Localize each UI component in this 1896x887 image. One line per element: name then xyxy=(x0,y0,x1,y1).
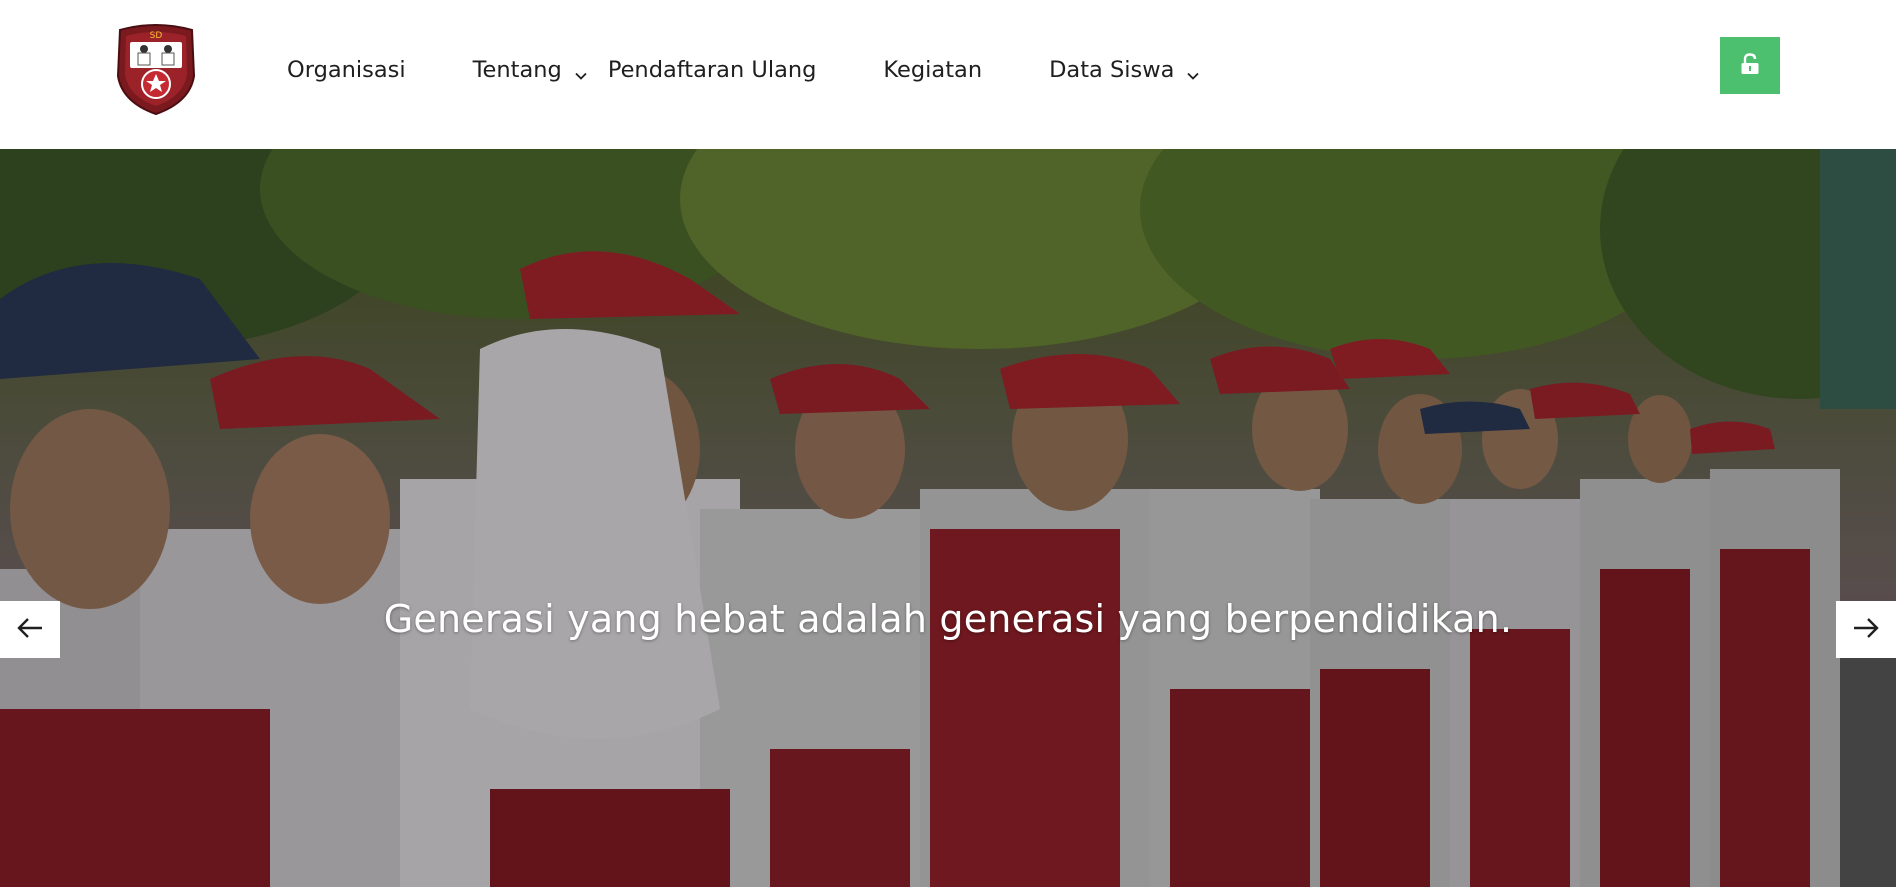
nav-item-label: Data Siswa xyxy=(1049,57,1175,83)
nav-item-pendaftaran-ulang[interactable]: Pendaftaran Ulang xyxy=(608,52,817,88)
login-button[interactable] xyxy=(1720,37,1780,94)
nav-item-label: Kegiatan xyxy=(883,57,983,83)
hero-dark-overlay xyxy=(0,149,1896,887)
chevron-down-icon xyxy=(1186,63,1200,80)
nav-item-organisasi[interactable]: Organisasi xyxy=(287,52,406,88)
arrow-left-icon xyxy=(16,616,44,644)
nav-item-tentang[interactable]: Tentang xyxy=(473,52,588,88)
nav-item-label: Tentang xyxy=(472,57,562,83)
svg-text:SD: SD xyxy=(150,31,163,41)
hero-caption: Generasi yang hebat adalah generasi yang… xyxy=(383,597,1513,641)
nav-item-label: Organisasi xyxy=(287,57,406,83)
main-nav: Organisasi Tentang Pendaftaran Ulang Keg… xyxy=(287,52,1200,88)
site-header: SD Organisasi Tentang Pendaftaran Ulang … xyxy=(0,0,1896,149)
hero-slider: Generasi yang hebat adalah generasi yang… xyxy=(0,149,1896,887)
slider-prev-button[interactable] xyxy=(0,601,60,658)
nav-item-label: Pendaftaran Ulang xyxy=(607,57,817,83)
slider-next-button[interactable] xyxy=(1836,601,1896,658)
chevron-down-icon xyxy=(574,63,588,80)
arrow-right-icon xyxy=(1852,616,1880,644)
school-logo[interactable]: SD xyxy=(114,22,198,116)
nav-item-kegiatan[interactable]: Kegiatan xyxy=(883,52,982,88)
unlock-icon xyxy=(1740,52,1760,79)
nav-item-data-siswa[interactable]: Data Siswa xyxy=(1049,52,1200,88)
